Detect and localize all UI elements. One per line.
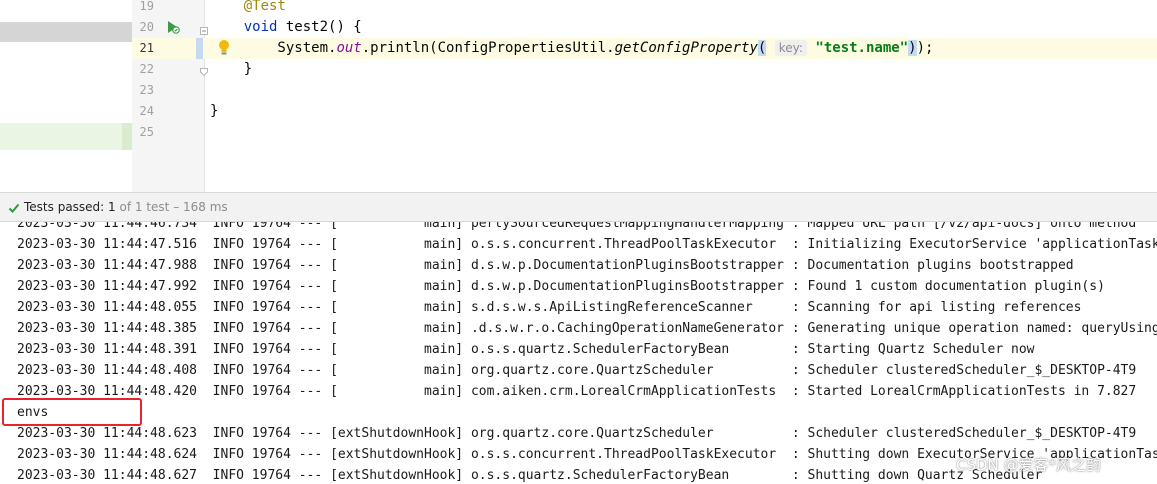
code-token: void: [243, 19, 278, 35]
highlight-box: [2, 398, 142, 426]
fold-toggle-icon[interactable]: [200, 27, 208, 35]
run-test-icon[interactable]: [166, 20, 180, 34]
console-log-line: 2023-03-30 11:44:48.420 INFO 19764 --- […: [17, 384, 1137, 399]
console-log-line: 2023-03-30 11:44:48.408 INFO 19764 --- […: [17, 363, 1137, 378]
parameter-hint: key:: [774, 40, 807, 56]
console-log-line: 2023-03-30 11:44:47.992 INFO 19764 --- […: [17, 279, 1105, 294]
code-token: getConfigProperty: [614, 40, 758, 56]
test-status-bar: Tests passed: 1 of 1 test – 168 ms: [0, 192, 1157, 222]
code-line[interactable]: }: [210, 59, 252, 80]
console-log-line: 2023-03-30 11:44:47.516 INFO 19764 --- […: [17, 237, 1157, 252]
code-token: ): [908, 40, 917, 56]
line-number: 22: [139, 62, 154, 76]
console-log-line: 2023-03-30 11:44:48.055 INFO 19764 --- […: [17, 300, 1082, 315]
project-tree-highlight: [0, 123, 122, 150]
code-token: }: [210, 61, 253, 77]
code-token: "test.name": [815, 40, 909, 56]
watermark: CSDN @爱客*风之韵: [956, 456, 1102, 474]
console-log-line: 2023-03-30 11:44:48.623 INFO 19764 --- […: [17, 426, 1137, 441]
status-detail: of 1 test – 168 ms: [119, 200, 228, 214]
code-line[interactable]: void test2() {: [210, 17, 362, 38]
check-icon: [8, 203, 20, 213]
status-count: 1: [108, 200, 116, 214]
caret-row-marker: [196, 38, 203, 59]
code-editor[interactable]: @Test void test2() { System.out.println(…: [0, 0, 1157, 192]
console-log-line: 2023-03-30 11:44:48.385 INFO 19764 --- […: [17, 321, 1157, 336]
code-line[interactable]: }: [210, 101, 218, 122]
code-token: @Test: [243, 0, 286, 14]
code-token: .println(ConfigPropertiesUtil.: [361, 40, 615, 56]
run-console[interactable]: 2023-03-30 11:44:46.734 INFO 19764 --- […: [0, 222, 1157, 484]
project-tree-highlight-edge: [122, 123, 132, 150]
line-number: 25: [139, 125, 154, 139]
console-log-line: 2023-03-30 11:44:48.627 INFO 19764 --- […: [17, 468, 1043, 483]
code-token: out: [336, 40, 362, 56]
code-token: }: [210, 103, 219, 119]
code-token: test2() {: [277, 19, 362, 35]
status-label: Tests passed:: [24, 200, 105, 214]
console-log-line: 2023-03-30 11:44:48.391 INFO 19764 --- […: [17, 342, 1035, 357]
line-number: 24: [139, 104, 154, 118]
project-tree-selected-row[interactable]: [0, 22, 132, 42]
console-log-line: 2023-03-30 11:44:46.734 INFO 19764 --- […: [17, 222, 1137, 231]
code-line[interactable]: System.out.println(ConfigPropertiesUtil.…: [210, 38, 933, 59]
test-status-text: Tests passed: 1 of 1 test – 168 ms: [24, 193, 228, 222]
code-line[interactable]: @Test: [210, 0, 286, 17]
line-number: 19: [139, 0, 154, 13]
project-tree-panel[interactable]: [0, 0, 132, 192]
line-number: 23: [139, 83, 154, 97]
fold-end-icon[interactable]: [200, 68, 208, 76]
line-number: 21: [139, 41, 154, 55]
intention-bulb-icon[interactable]: [216, 38, 232, 56]
console-log-line: 2023-03-30 11:44:47.988 INFO 19764 --- […: [17, 258, 1074, 273]
code-token: );: [916, 40, 934, 56]
line-number: 20: [139, 20, 154, 34]
